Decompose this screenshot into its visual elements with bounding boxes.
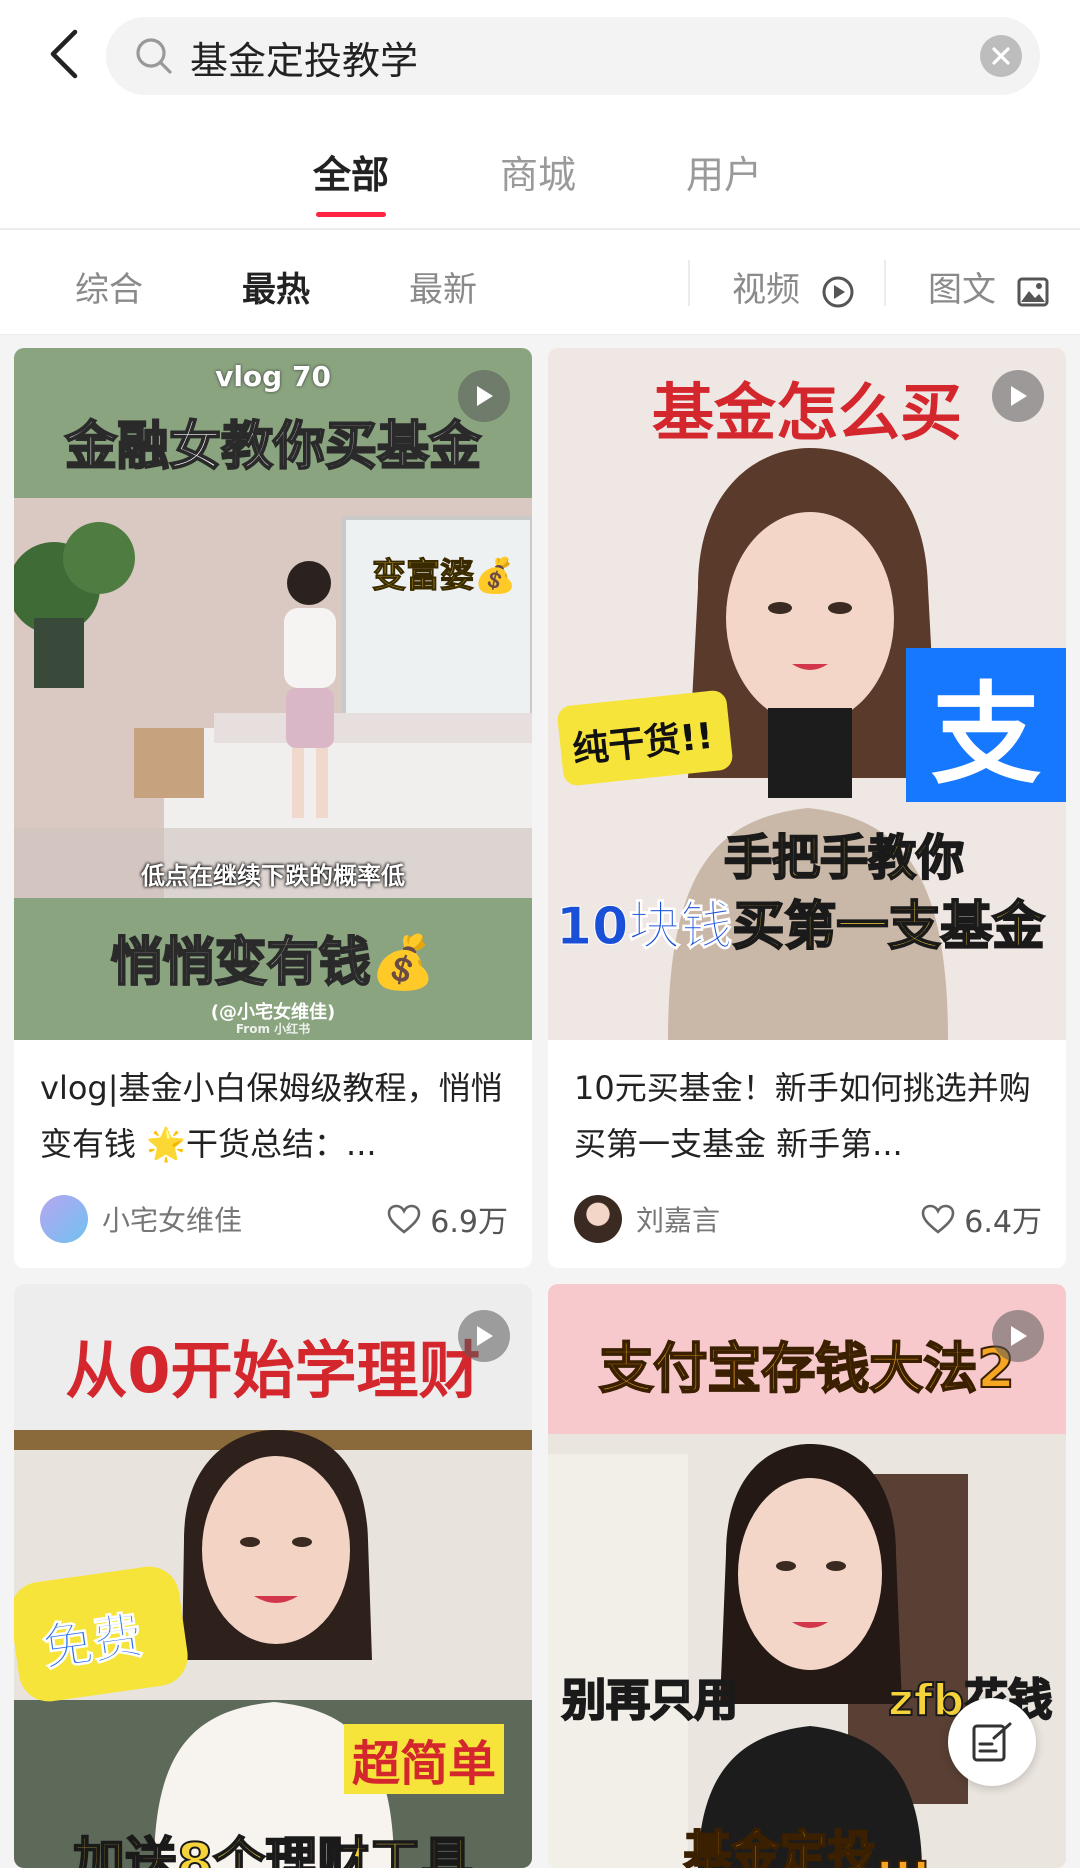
play-icon (1011, 386, 1027, 406)
note-card[interactable]: vlog 70 金融女教你买基金 变富婆💰 低点在继续下跌的概率低 悄悄变有钱💰… (14, 348, 532, 1268)
overlay-caption: 低点在继续下跌的概率低 (141, 862, 405, 890)
play-icon (477, 1326, 493, 1346)
note-card[interactable]: 从0开始学理财 免费 超简单 加送8个理财工具 (14, 1284, 532, 1868)
woman-portrait (548, 1434, 1066, 1868)
overlay-headline: 基金怎么买 (651, 376, 962, 449)
video-play-badge (458, 1310, 510, 1362)
note-author[interactable]: 刘嘉言 (574, 1194, 720, 1244)
filter-bar: 综合 最热 最新 视频 图文 (0, 230, 1080, 335)
alipay-logo: 支 (906, 648, 1066, 802)
alipay-logo-glyph: 支 (931, 671, 1041, 799)
chevron-left-icon (50, 29, 78, 79)
overlay-badge: 免费 (39, 1606, 147, 1678)
tab-mall[interactable]: 商城 (500, 144, 576, 199)
overlay-line2: 10块钱买第一支基金 (555, 884, 1045, 959)
divider (884, 260, 886, 306)
note-thumbnail[interactable]: 从0开始学理财 免费 超简单 加送8个理财工具 (14, 1284, 532, 1868)
tab-all[interactable]: 全部 (313, 144, 389, 199)
play-circle-icon (822, 276, 854, 307)
like-button[interactable]: 6.9万 (386, 1194, 508, 1244)
like-count: 6.4万 (964, 1205, 1042, 1240)
note-title[interactable]: vlog|基金小白保姆级教程，悄悄变有钱 🌟干货总结：... (40, 1060, 506, 1172)
video-play-badge (992, 370, 1044, 422)
filter-video-label: 视频 (732, 270, 800, 310)
search-bar[interactable] (106, 17, 1040, 95)
overlay-headline: 从0开始学理财 (65, 1334, 481, 1407)
main-tabs: 全部 商城 用户 (0, 110, 1080, 230)
search-icon (136, 38, 172, 74)
overlay-line2-highlight: 10块钱 (555, 897, 733, 958)
note-thumbnail[interactable]: vlog 70 金融女教你买基金 变富婆💰 低点在继续下跌的概率低 悄悄变有钱💰… (14, 348, 532, 1040)
note-thumbnail[interactable]: 基金怎么买 支 纯干货!! 手把手教你 10块钱买第一支基金 (548, 348, 1066, 1040)
divider (688, 260, 690, 306)
close-icon (992, 47, 1010, 65)
author-name: 小宅女维佳 (102, 1204, 243, 1237)
heart-icon (387, 1204, 421, 1234)
play-icon (1011, 1326, 1027, 1346)
overlay-bottom-headline: 悄悄变有钱💰 (110, 932, 437, 994)
like-button[interactable]: 6.4万 (920, 1194, 1042, 1244)
overlay-left-text: 别再只用 (561, 1674, 739, 1727)
overlay-line2-rest: 买第一支基金 (731, 896, 1045, 958)
author-name: 刘嘉言 (636, 1204, 721, 1237)
search-input[interactable] (188, 27, 972, 87)
tab-users[interactable]: 用户 (686, 144, 762, 199)
sort-newest[interactable]: 最新 (409, 262, 477, 311)
avatar (40, 1195, 88, 1243)
sort-comprehensive[interactable]: 综合 (75, 262, 143, 311)
sort-hottest[interactable]: 最热 (242, 262, 310, 311)
overlay-headline: 支付宝存钱大法2 (598, 1336, 1016, 1401)
avatar (574, 1195, 622, 1243)
clear-search-button[interactable] (980, 35, 1022, 77)
overlay-bottom-text: 基金定投... (683, 1825, 932, 1868)
overlay-line1: 手把手教你 (723, 829, 965, 887)
like-count: 6.9万 (430, 1205, 508, 1240)
top-bar (0, 0, 1080, 110)
overlay-tag: 超简单 (344, 1724, 505, 1794)
filter-video[interactable]: 视频 (732, 262, 855, 311)
heart-icon (921, 1204, 955, 1234)
overlay-headline: 金融女教你买基金 (64, 416, 482, 478)
note-author[interactable]: 小宅女维佳 (40, 1194, 242, 1244)
overlay-watermark: From 小红书 (235, 1022, 311, 1036)
image-icon (1017, 277, 1049, 306)
play-icon (477, 386, 493, 406)
back-button[interactable] (34, 24, 94, 84)
note-title[interactable]: 10元买基金！新手如何挑选并购买第一支基金 新手第... (574, 1060, 1040, 1172)
video-play-badge (458, 370, 510, 422)
edit-icon (972, 1722, 1012, 1762)
video-play-badge (992, 1310, 1044, 1362)
filter-image-label: 图文 (928, 270, 996, 310)
overlay-subtitle: vlog 70 (215, 360, 331, 393)
note-card[interactable]: 基金怎么买 支 纯干货!! 手把手教你 10块钱买第一支基金 10元买基金！新手… (548, 348, 1066, 1268)
overlay-bottom-text: 加送8个理财工具 (72, 1832, 474, 1868)
overlay-tag: 变富婆💰 (371, 556, 517, 597)
compose-note-button[interactable] (948, 1698, 1036, 1786)
filter-image-text[interactable]: 图文 (928, 262, 1049, 311)
